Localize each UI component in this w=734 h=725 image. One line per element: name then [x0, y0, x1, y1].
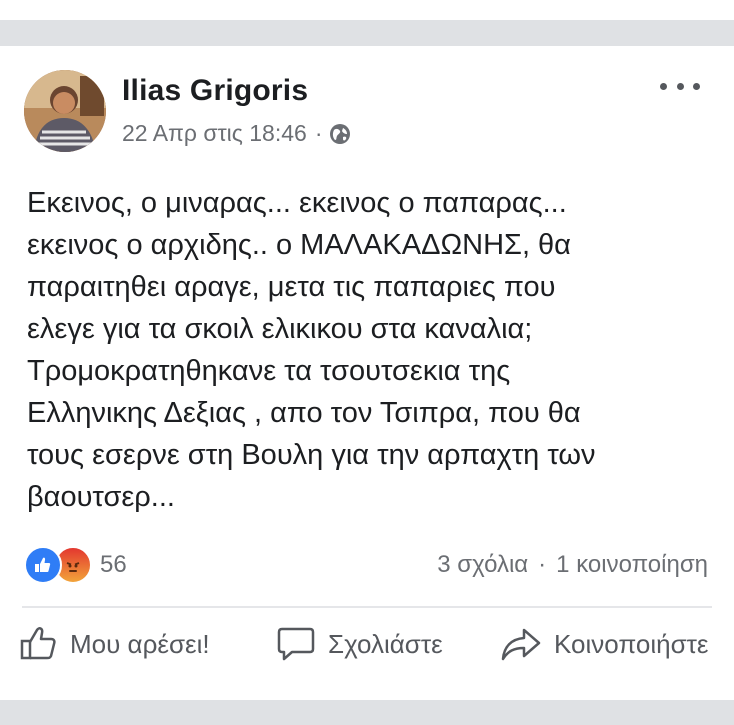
avatar-image — [24, 70, 106, 152]
meta-separator: · — [314, 120, 323, 146]
previous-post-footer — [0, 0, 734, 20]
author-name[interactable]: Ilias Grigoris — [122, 74, 308, 108]
dot — [660, 82, 667, 90]
share-button[interactable]: Κοινοποιήστε — [500, 626, 709, 662]
post-text-line: βαουτσερ... — [27, 481, 175, 513]
reactions-summary[interactable]: 56 — [24, 546, 127, 584]
post-text-line: εκεινος ο αρχιδης.. ο ΜΑΛΑΚΑΔΩΝΗΣ, θα — [27, 229, 571, 261]
comments-count[interactable]: 3 σχόλια — [437, 551, 528, 579]
avatar[interactable] — [24, 70, 106, 152]
post-timestamp[interactable]: 22 Απρ στις 18:46 — [122, 120, 307, 147]
post-meta: 22 Απρ στις 18:46 · — [122, 120, 352, 147]
post-text-line: ελεγε για τα σκοιλ ελικικου στα καναλια; — [27, 313, 533, 345]
post-card: Ilias Grigoris 22 Απρ στις 18:46 · Εκειν… — [0, 46, 734, 700]
dot — [676, 82, 684, 90]
like-reaction-icon — [24, 546, 62, 584]
comment-bubble-icon — [277, 627, 315, 661]
like-label: Μου αρέσει! — [70, 628, 210, 659]
more-dots-icon[interactable] — [660, 78, 700, 94]
share-arrow-icon — [501, 628, 541, 661]
thumbs-up-icon — [20, 627, 56, 660]
globe-icon — [328, 122, 352, 146]
post-text-line: παραιτηθει αραγε, μετα τις παπαριες που — [27, 271, 556, 303]
post-text: Εκεινος, ο μιναρας... εκεινος ο παπαρας.… — [27, 182, 717, 518]
reaction-count: 56 — [100, 551, 127, 578]
engagement-stats: 3 σχόλια · 1 κοινοποίηση — [437, 551, 708, 579]
comment-button[interactable]: Σχολιάστε — [276, 626, 443, 662]
dot — [693, 82, 700, 90]
share-label: Κοινοποιήστε — [554, 628, 709, 659]
stats-separator: · — [538, 551, 547, 578]
post-text-line: Εκεινος, ο μιναρας... εκεινος ο παπαρας.… — [27, 187, 567, 219]
post-text-line: τους εσερνε στη Βουλη για την αρπαχτη τω… — [27, 439, 596, 471]
shares-count[interactable]: 1 κοινοποίηση — [556, 551, 708, 579]
like-button[interactable]: Μου αρέσει! — [20, 626, 210, 662]
feed-separator — [0, 20, 734, 46]
post-text-line: Ελληνικης Δεξιας , απο τον Τσιπρα, που θ… — [27, 397, 581, 429]
divider — [22, 606, 712, 608]
comment-label: Σχολιάστε — [328, 628, 443, 659]
post-text-line: Τρομοκρατηθηκανε τα τσουτσεκια της — [27, 355, 511, 387]
post-actions: Μου αρέσει! Σχολιάστε Κοινοποιήστε — [0, 626, 734, 682]
feed-separator — [0, 700, 734, 725]
